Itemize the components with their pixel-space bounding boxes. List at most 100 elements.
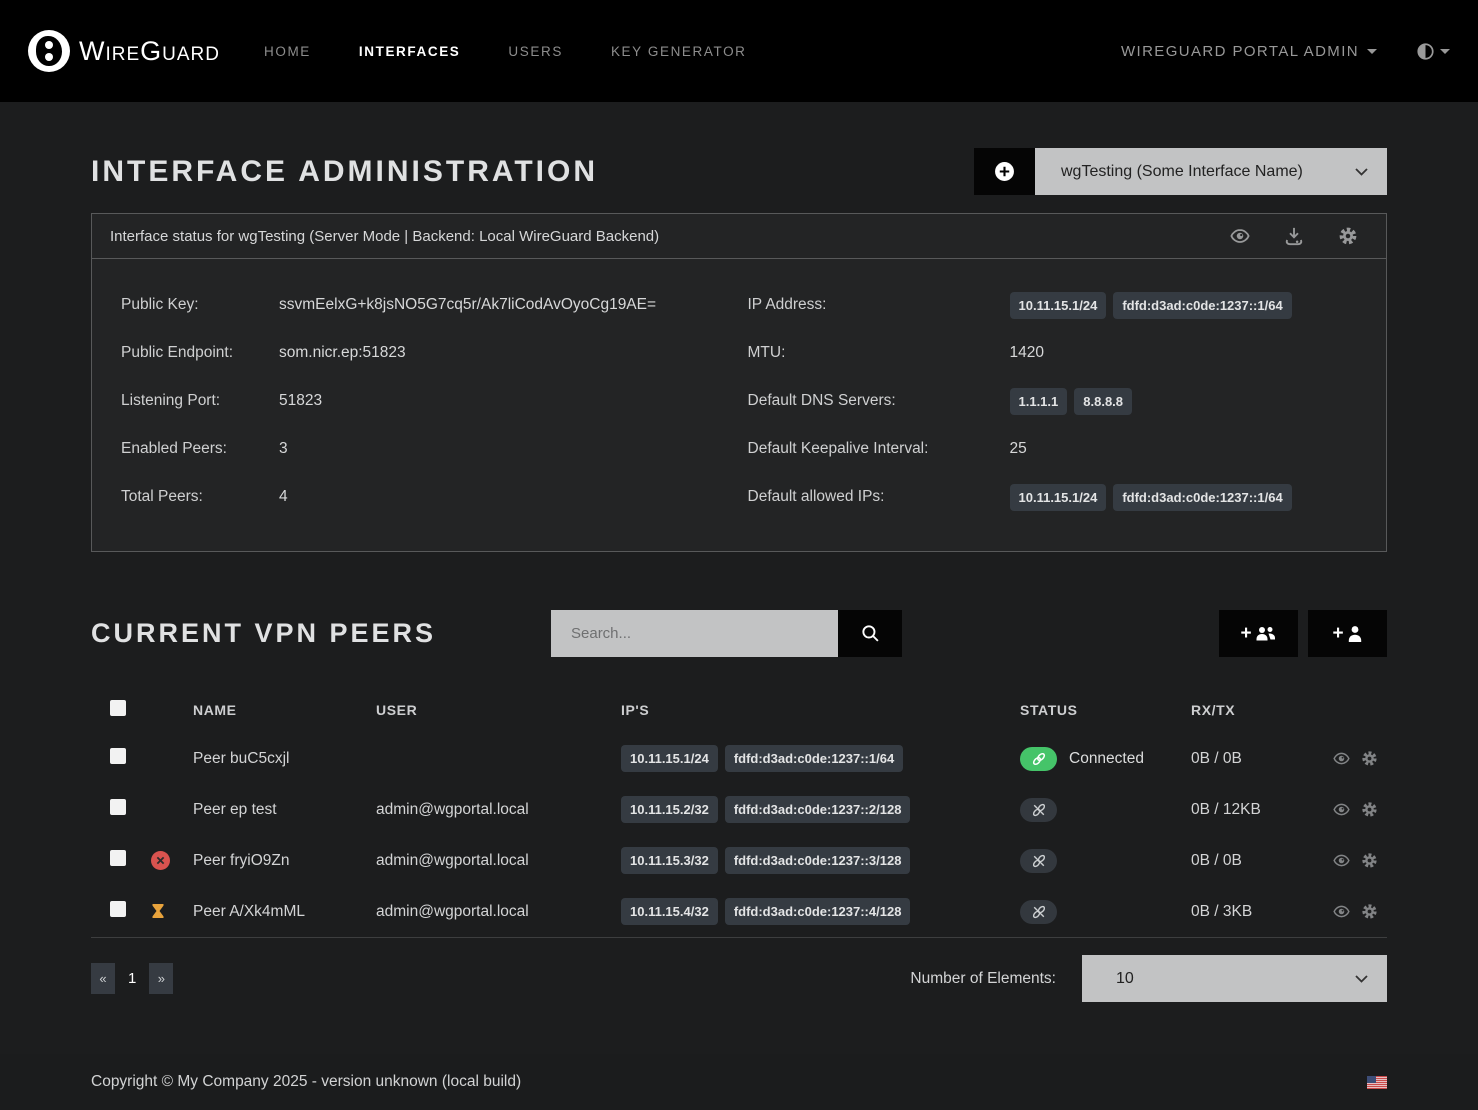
public-key-value: ssvmEelxG+k8jsNO5G7cq5r/Ak7liCodAvOyoCg1… — [279, 296, 656, 314]
download-config-icon[interactable] — [1284, 226, 1304, 246]
wireguard-logo-icon — [28, 30, 70, 72]
user-icon — [1347, 625, 1363, 643]
peer-settings-gear-icon[interactable] — [1361, 801, 1378, 818]
select-all-checkbox[interactable] — [110, 700, 126, 716]
elements-per-page-label: Number of Elements: — [910, 970, 1056, 988]
peer-expiring-hourglass-icon — [151, 903, 193, 920]
detail-label: Default allowed IPs: — [748, 488, 1010, 506]
status-disconnected-icon — [1020, 900, 1057, 924]
detail-total-peers: Total Peers: 4 — [121, 473, 748, 521]
plus-icon: + — [1332, 624, 1343, 643]
add-interface-button[interactable] — [974, 148, 1035, 195]
peer-view-eye-icon[interactable] — [1333, 750, 1350, 767]
add-peer-button[interactable]: + — [1308, 610, 1387, 657]
detail-mtu: MTU: 1420 — [748, 329, 1375, 377]
detail-label: Public Key: — [121, 296, 279, 314]
interface-select[interactable]: wgTesting (Some Interface Name) — [1035, 148, 1387, 195]
peer-view-eye-icon[interactable] — [1333, 801, 1350, 818]
elements-per-page-select[interactable]: 10 — [1082, 955, 1387, 1002]
theme-half-circle-icon — [1417, 43, 1434, 60]
nav-item-key-generator[interactable]: KEY GENERATOR — [611, 44, 747, 59]
detail-public-key: Public Key: ssvmEelxG+k8jsNO5G7cq5r/Ak7l… — [121, 281, 748, 329]
table-row: Peer A/Xk4mML admin@wgportal.local 10.11… — [91, 886, 1387, 938]
peer-settings-gear-icon[interactable] — [1361, 852, 1378, 869]
page-title: INTERFACE ADMINISTRATION — [91, 155, 598, 189]
plus-circle-icon — [994, 161, 1015, 182]
table-row: Peer ep test admin@wgportal.local 10.11.… — [91, 784, 1387, 835]
detail-label: Listening Port: — [121, 392, 279, 410]
table-row: Peer buC5cxjl 10.11.15.1/24 fdfd:d3ad:c0… — [91, 733, 1387, 784]
peer-user — [376, 733, 621, 784]
peers-section-title: CURRENT VPN PEERS — [91, 618, 551, 649]
detail-label: Total Peers: — [121, 488, 279, 506]
peers-table: NAME USER IP'S STATUS RX/TX Peer buC5cxj… — [91, 685, 1387, 938]
peer-ip4-badge: 10.11.15.2/32 — [621, 796, 718, 823]
total-peers-value: 4 — [279, 488, 288, 506]
footer: Copyright © My Company 2025 - version un… — [0, 1054, 1478, 1110]
row-checkbox[interactable] — [110, 748, 126, 764]
peer-name: Peer A/Xk4mML — [193, 886, 376, 938]
peer-ip4-badge: 10.11.15.4/32 — [621, 898, 718, 925]
row-checkbox[interactable] — [110, 850, 126, 866]
caret-down-icon — [1367, 49, 1377, 54]
peer-user: admin@wgportal.local — [376, 886, 621, 938]
pagination-next-button[interactable]: » — [149, 963, 173, 994]
peer-rxtx: 0B / 3KB — [1191, 886, 1333, 938]
view-config-eye-icon[interactable] — [1230, 226, 1250, 246]
peer-ip6-badge: fdfd:d3ad:c0de:1237::3/128 — [725, 847, 911, 874]
copyright-text: Copyright © My Company 2025 - version un… — [91, 1073, 521, 1091]
brand-logo[interactable]: WireGuard — [28, 30, 220, 72]
col-header-ips: IP'S — [621, 685, 1020, 733]
peer-user: admin@wgportal.local — [376, 784, 621, 835]
nav-items: HOME INTERFACES USERS KEY GENERATOR — [264, 44, 747, 59]
peer-view-eye-icon[interactable] — [1333, 852, 1350, 869]
allowed-ip-badge: 10.11.15.1/24 — [1010, 484, 1107, 511]
interface-select-value: wgTesting (Some Interface Name) — [1061, 163, 1354, 181]
table-row: Peer fryiO9Zn admin@wgportal.local 10.11… — [91, 835, 1387, 886]
search-icon — [861, 624, 880, 643]
search-button[interactable] — [838, 610, 902, 657]
col-header-rxtx: RX/TX — [1191, 685, 1333, 733]
detail-dns-servers: Default DNS Servers: 1.1.1.1 8.8.8.8 — [748, 377, 1375, 425]
status-disconnected-icon — [1020, 798, 1057, 822]
detail-listening-port: Listening Port: 51823 — [121, 377, 748, 425]
peer-ip4-badge: 10.11.15.3/32 — [621, 847, 718, 874]
detail-keepalive: Default Keepalive Interval: 25 — [748, 425, 1375, 473]
peer-rxtx: 0B / 0B — [1191, 733, 1333, 784]
row-checkbox[interactable] — [110, 901, 126, 917]
detail-enabled-peers: Enabled Peers: 3 — [121, 425, 748, 473]
user-menu-dropdown[interactable]: WIREGUARD PORTAL ADMIN — [1121, 43, 1377, 60]
nav-item-interfaces[interactable]: INTERFACES — [359, 44, 461, 59]
col-header-status: STATUS — [1020, 685, 1191, 733]
pagination-current-page[interactable]: 1 — [128, 970, 136, 987]
interface-status-title: Interface status for wgTesting (Server M… — [110, 228, 659, 245]
detail-allowed-ips: Default allowed IPs: 10.11.15.1/24 fdfd:… — [748, 473, 1375, 521]
status-connected-icon — [1020, 747, 1057, 771]
peer-view-eye-icon[interactable] — [1333, 903, 1350, 920]
row-checkbox[interactable] — [110, 799, 126, 815]
table-header-row: NAME USER IP'S STATUS RX/TX — [91, 685, 1387, 733]
detail-label: Public Endpoint: — [121, 344, 279, 362]
chevron-down-icon — [1354, 167, 1369, 177]
detail-label: Enabled Peers: — [121, 440, 279, 458]
theme-toggle-dropdown[interactable] — [1417, 43, 1450, 60]
detail-label: MTU: — [748, 344, 1010, 362]
add-multiple-peers-button[interactable]: + — [1219, 610, 1298, 657]
enabled-peers-value: 3 — [279, 440, 288, 458]
peer-settings-gear-icon[interactable] — [1361, 903, 1378, 920]
peer-ip6-badge: fdfd:d3ad:c0de:1237::2/128 — [725, 796, 911, 823]
language-flag-us-icon[interactable] — [1367, 1076, 1387, 1089]
allowed-ip-badge: fdfd:d3ad:c0de:1237::1/64 — [1113, 484, 1291, 511]
detail-label: Default DNS Servers: — [748, 392, 1010, 410]
nav-item-home[interactable]: HOME — [264, 44, 311, 59]
ip-badge: 10.11.15.1/24 — [1010, 292, 1107, 319]
detail-ip-address: IP Address: 10.11.15.1/24 fdfd:d3ad:c0de… — [748, 281, 1375, 329]
dns-badge: 1.1.1.1 — [1010, 388, 1068, 415]
interface-settings-gear-icon[interactable] — [1338, 226, 1358, 246]
pagination-prev-button[interactable]: « — [91, 963, 115, 994]
peer-settings-gear-icon[interactable] — [1361, 750, 1378, 767]
peer-user: admin@wgportal.local — [376, 835, 621, 886]
search-input[interactable] — [551, 610, 838, 657]
plus-icon: + — [1240, 624, 1251, 643]
nav-item-users[interactable]: USERS — [508, 44, 563, 59]
